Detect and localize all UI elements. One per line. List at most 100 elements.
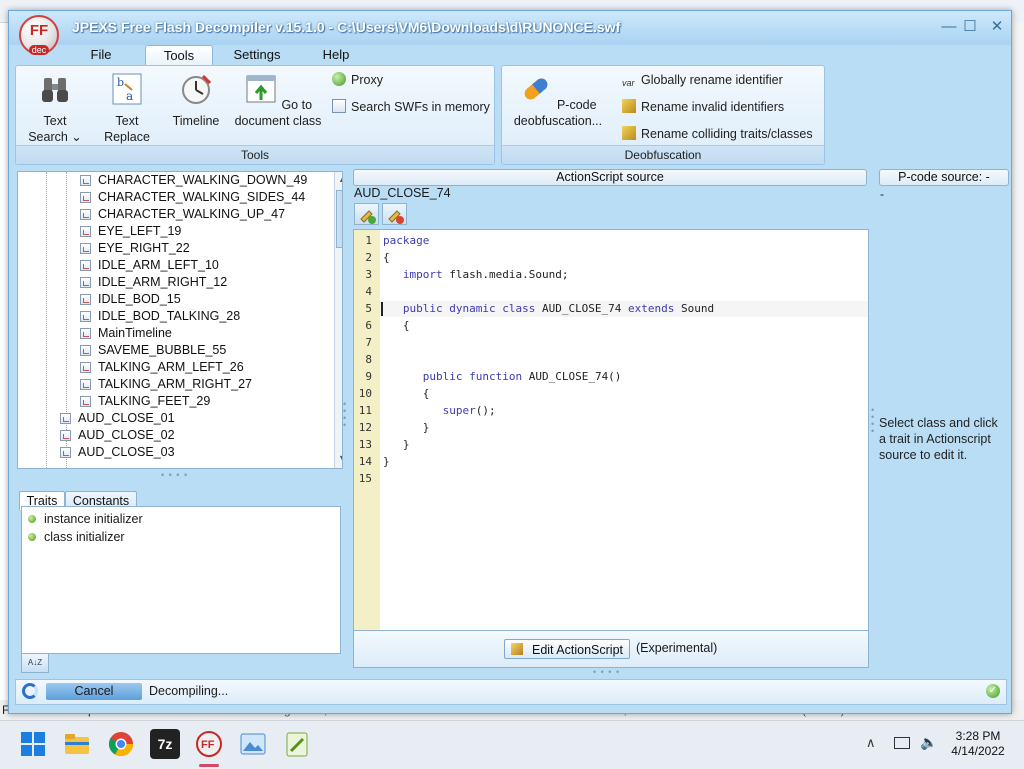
- text-search-label: Text Search ⌄: [28, 114, 82, 144]
- minimize-icon[interactable]: —: [939, 17, 959, 37]
- sort-alpha-icon[interactable]: A↓Z: [21, 653, 49, 673]
- search-swfs-button[interactable]: Search SWFs in memory: [332, 98, 490, 116]
- trait-label: class initializer: [44, 530, 125, 544]
- class-file-icon: [80, 192, 91, 203]
- tab-settings[interactable]: Settings: [227, 45, 287, 65]
- resource-tree[interactable]: CHARACTER_WALKING_DOWN_49 CHARACTER_WALKI…: [17, 171, 343, 469]
- svg-text:b: b: [117, 76, 124, 89]
- edit-actionscript-label: Edit ActionScript: [531, 643, 623, 657]
- tab-help[interactable]: Help: [309, 45, 363, 65]
- code-token: public dynamic class: [402, 302, 536, 315]
- rename-colliding-icon: [622, 126, 636, 140]
- class-file-icon: [80, 379, 91, 390]
- trait-class-initializer[interactable]: class initializer: [28, 528, 125, 546]
- globally-rename-label: Globally rename identifier: [641, 73, 783, 87]
- trait-instance-initializer[interactable]: instance initializer: [28, 510, 143, 528]
- cancel-button[interactable]: Cancel: [46, 683, 142, 700]
- rename-colliding-button[interactable]: Rename colliding traits/classes: [622, 125, 813, 143]
- pcode-deobfuscation-button[interactable]: P-code deobfuscation...: [508, 72, 608, 129]
- tab-file[interactable]: File: [79, 45, 123, 65]
- line-number: 15: [358, 472, 372, 485]
- tree-scrollbar[interactable]: ▲ ▼: [334, 172, 342, 468]
- app-logo[interactable]: FF dec: [19, 15, 59, 55]
- chevron-up-icon[interactable]: ∧: [866, 735, 876, 751]
- line-number: 14: [358, 455, 372, 468]
- tree-item-label: TALKING_ARM_RIGHT_27: [98, 377, 252, 391]
- code-line-1: package: [383, 234, 429, 247]
- line-number: 8: [365, 353, 372, 366]
- code-token: AUD_CLOSE_74(): [522, 370, 622, 383]
- windows-start-icon[interactable]: [18, 729, 48, 759]
- goto-document-class-button[interactable]: Go to document class: [230, 72, 326, 129]
- tree-item-label: EYE_RIGHT_22: [98, 241, 190, 255]
- line-number: 12: [358, 421, 372, 434]
- status-bar: Cancel Decompiling... ✓: [15, 679, 1007, 705]
- clock[interactable]: 3:28 PM 4/14/2022: [948, 729, 1008, 759]
- line-number: 2: [365, 251, 372, 264]
- edit-actionscript-bar: Edit ActionScript (Experimental): [353, 630, 869, 668]
- tree-item-label: IDLE_ARM_RIGHT_12: [98, 275, 228, 289]
- status-ok-icon: ✓: [986, 684, 1000, 698]
- tree-item-label: TALKING_ARM_LEFT_26: [98, 360, 244, 374]
- scroll-thumb[interactable]: [336, 190, 342, 248]
- splitter-grip-horizontal[interactable]: • • • •: [593, 667, 620, 677]
- line-number: 10: [358, 387, 372, 400]
- var-rename-icon: var: [622, 78, 635, 88]
- text-replace-button[interactable]: b a Text Replace: [98, 72, 156, 145]
- rename-colliding-label: Rename colliding traits/classes: [641, 127, 813, 141]
- photos-icon[interactable]: [238, 729, 268, 759]
- edit-actionscript-button[interactable]: Edit ActionScript: [504, 639, 630, 659]
- timeline-label: Timeline: [172, 114, 220, 128]
- splitter-grip-vertical[interactable]: • • • •: [343, 400, 349, 430]
- notepad-plus-icon[interactable]: [282, 729, 312, 759]
- network-icon[interactable]: [894, 737, 910, 749]
- proxy-button[interactable]: Proxy: [332, 71, 383, 89]
- timeline-button[interactable]: Timeline: [166, 72, 226, 129]
- code-token: {: [422, 387, 430, 400]
- splitter-grip[interactable]: • • • •: [161, 470, 188, 480]
- code-token: Sound: [674, 302, 715, 315]
- tree-item-label: SAVEME_BUBBLE_55: [98, 343, 227, 357]
- chrome-icon[interactable]: [106, 729, 136, 759]
- line-number: 11: [358, 404, 372, 417]
- text-replace-icon: b a: [112, 73, 142, 105]
- code-line-6: {: [383, 319, 410, 332]
- class-file-icon: [80, 311, 91, 322]
- tree-item-label: IDLE_BOD_15: [98, 292, 181, 306]
- add-trait-icon[interactable]: [354, 203, 379, 225]
- 7zip-icon[interactable]: 7z: [150, 729, 180, 759]
- class-file-icon: [80, 328, 91, 339]
- class-file-icon: [80, 243, 91, 254]
- tab-tools[interactable]: Tools: [145, 45, 213, 66]
- window-title: JPEXS Free Flash Decompiler v.15.1.0 - C…: [72, 19, 621, 35]
- code-token: ();: [475, 404, 496, 417]
- scroll-up-icon[interactable]: ▲: [338, 174, 342, 184]
- volume-icon[interactable]: 🔈: [920, 734, 937, 751]
- tree-item-label: AUD_CLOSE_01: [78, 411, 175, 425]
- code-line-2: {: [383, 251, 390, 264]
- class-file-icon: [80, 396, 91, 407]
- code-token: AUD_CLOSE_74: [535, 302, 629, 315]
- close-icon[interactable]: ✕: [987, 17, 1007, 37]
- text-replace-label: Text Replace: [104, 114, 150, 144]
- tree-item-label: EYE_LEFT_19: [98, 224, 182, 238]
- splitter-grip-vertical-right[interactable]: • • • •: [871, 406, 877, 436]
- code-line-11: super();: [383, 404, 496, 417]
- maximize-icon[interactable]: ☐: [960, 17, 980, 37]
- pill-icon: [525, 78, 548, 100]
- clock-date: 4/14/2022: [951, 744, 1005, 758]
- class-file-icon: [80, 175, 91, 186]
- svg-text:a: a: [126, 89, 133, 103]
- code-token: flash.media.Sound;: [442, 268, 569, 281]
- globally-rename-button[interactable]: var Globally rename identifier: [622, 71, 783, 89]
- text-search-button[interactable]: Text Search ⌄: [26, 72, 84, 145]
- file-explorer-icon[interactable]: [62, 729, 92, 759]
- binoculars-icon: [42, 78, 68, 102]
- code-editor[interactable]: 1 2 3 4 5 6 7 8 9 10 11 12 13 14 15 package { import f…: [353, 229, 869, 631]
- jpexs-icon[interactable]: FF: [194, 729, 224, 759]
- code-line-10: {: [383, 387, 430, 400]
- scroll-down-icon[interactable]: ▼: [338, 453, 342, 463]
- rename-invalid-button[interactable]: Rename invalid identifiers: [622, 98, 784, 116]
- remove-trait-icon[interactable]: [382, 203, 407, 225]
- rename-invalid-icon: [622, 99, 636, 113]
